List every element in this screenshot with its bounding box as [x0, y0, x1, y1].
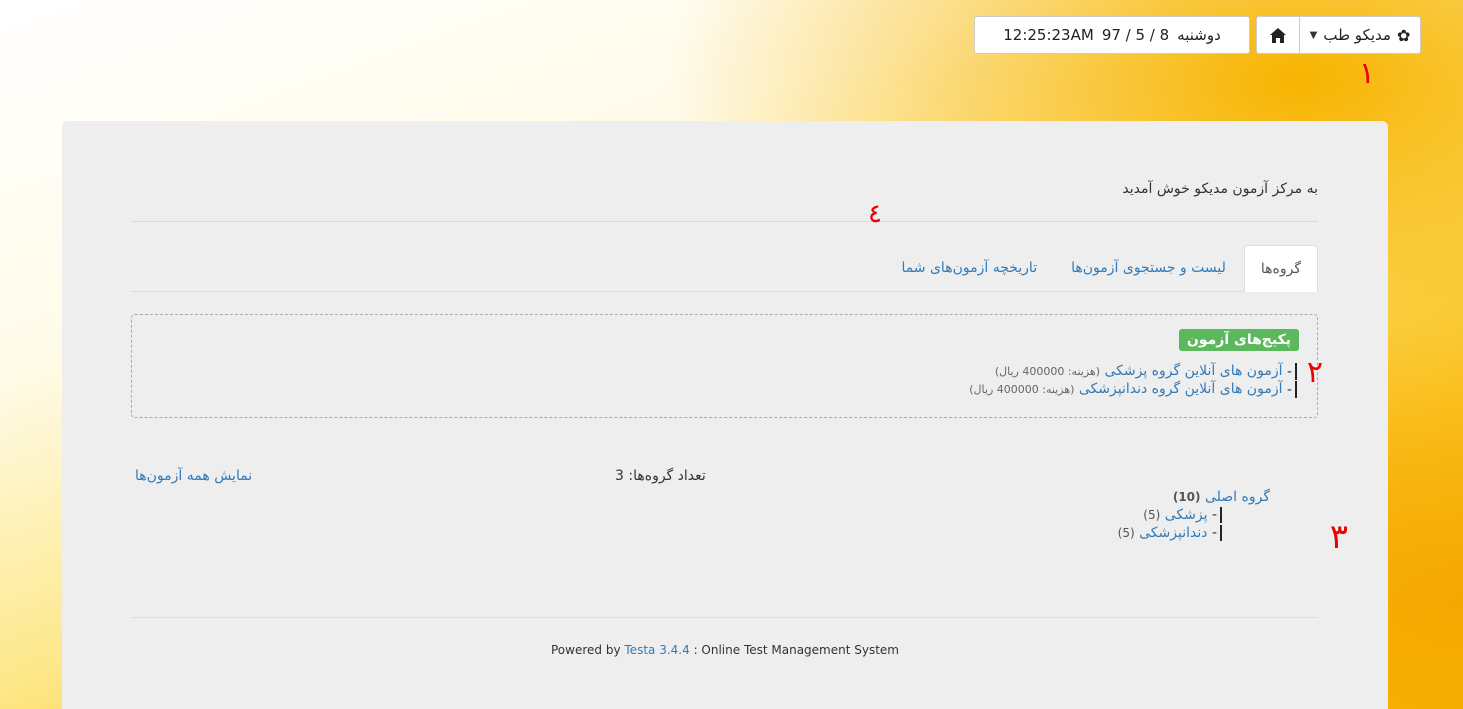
home-icon — [1270, 27, 1286, 43]
package-cost: (هزینه: 400000 ریال) — [969, 383, 1075, 396]
welcome-text: به مرکز آزمون مدیکو خوش آمدید — [1122, 181, 1318, 197]
group-link-main[interactable]: گروه اصلی — [1205, 489, 1270, 505]
gear-icon: ✿ — [1396, 25, 1411, 45]
packages-badge: پکیج‌های آزمون — [1178, 329, 1299, 351]
group-link-medical[interactable]: پزشکی — [1165, 507, 1208, 523]
package-link-medical[interactable]: آزمون های آنلاین گروه پزشکی — [1104, 363, 1282, 379]
tab-groups[interactable]: گروه‌ها — [1243, 245, 1318, 292]
groups-count: تعداد گروه‌ها: 3 — [615, 468, 706, 484]
annotation-2: ٢ — [1306, 355, 1323, 390]
user-label: مدیکو طب — [1323, 26, 1391, 44]
annotation-3: ٣ — [1329, 517, 1348, 557]
group-main: گروه اصلی (10) — [1118, 488, 1270, 506]
datetime-display: 12:25:23AM 97 / 5 / 8 دوشنبه — [974, 16, 1250, 54]
time-text: 12:25:23AM — [1003, 26, 1094, 44]
powered-by-text: Powered by — [551, 643, 621, 657]
group-child: - دندانپزشکی (5) — [1118, 524, 1270, 542]
show-all-exams-link[interactable]: نمایش همه آزمون‌ها — [135, 468, 252, 484]
group-child: - پزشکی (5) — [1118, 506, 1270, 524]
group-tree: گروه اصلی (10) - پزشکی (5) - دندانپزشکی … — [1118, 488, 1270, 542]
annotation-1: ١ — [1358, 56, 1375, 91]
home-button[interactable] — [1256, 16, 1300, 54]
caret-down-icon: ▼ — [1309, 29, 1318, 41]
group-link-dental[interactable]: دندانپزشکی — [1139, 525, 1207, 541]
package-cost: (هزینه: 400000 ریال) — [994, 365, 1101, 378]
tab-exam-history[interactable]: تاریخچه آزمون‌های شما — [885, 245, 1053, 291]
package-link-dental[interactable]: آزمون های آنلاین گروه دندانپزشکی — [1079, 381, 1283, 397]
weekday-text: دوشنبه — [1177, 26, 1221, 44]
footer-tagline: : Online Test Management System — [693, 643, 899, 657]
testa-link[interactable]: Testa 3.4.4 — [624, 643, 689, 657]
package-item: - آزمون های آنلاین گروه پزشکی (هزینه: 40… — [969, 362, 1297, 380]
divider — [131, 221, 1318, 222]
tab-exam-list[interactable]: لیست و جستجوی آزمون‌ها — [1055, 245, 1242, 291]
annotation-4: ٤ — [868, 199, 882, 229]
date-text: 97 / 5 / 8 — [1101, 26, 1170, 44]
main-panel: به مرکز آزمون مدیکو خوش آمدید ٤ گروه‌ها … — [62, 121, 1388, 709]
exam-packages-box: پکیج‌های آزمون ٢ - آزمون های آنلاین گروه… — [131, 314, 1323, 418]
footer-divider — [131, 617, 1318, 618]
user-menu-button[interactable]: ✿ مدیکو طب ▼ — [1300, 16, 1421, 54]
tab-bar: گروه‌ها لیست و جستجوی آزمون‌ها تاریخچه آ… — [131, 245, 1318, 292]
footer: Powered by Testa 3.4.4 : Online Test Man… — [62, 643, 1388, 657]
group-count: (5) — [1117, 526, 1135, 540]
package-item: - آزمون های آنلاین گروه دندانپزشکی (هزین… — [969, 380, 1297, 398]
group-count: (10) — [1172, 490, 1201, 504]
top-bar: 12:25:23AM 97 / 5 / 8 دوشنبه ✿ مدیکو طب … — [974, 16, 1421, 54]
package-list: - آزمون های آنلاین گروه پزشکی (هزینه: 40… — [969, 362, 1297, 398]
group-count: (5) — [1143, 508, 1161, 522]
